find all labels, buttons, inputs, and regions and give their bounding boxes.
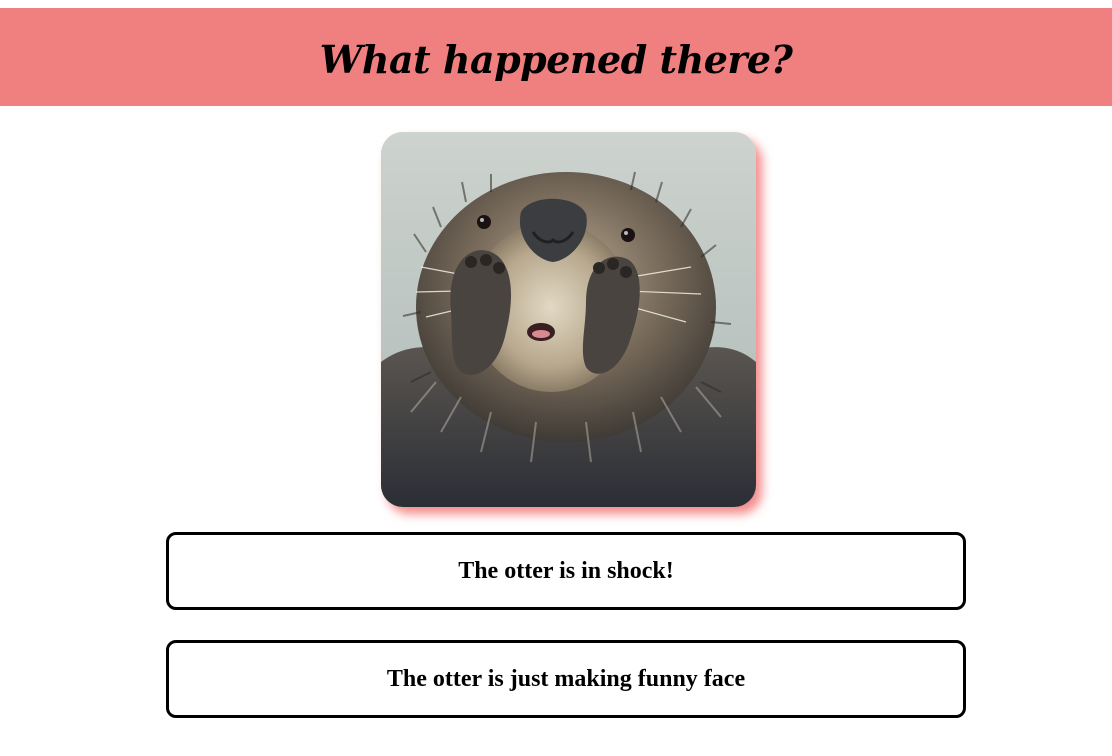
answer-button-shock[interactable]: The otter is in shock! [166,532,966,610]
otter-image [381,132,756,507]
otter-photo [381,132,756,507]
header-bar: What happened there? [0,8,1112,106]
answer-button-funny-face[interactable]: The otter is just making funny face [166,640,966,718]
answer-label: The otter is just making funny face [386,665,746,692]
page-title: What happened there? [319,36,793,82]
answer-label: The otter is in shock! [458,557,674,584]
